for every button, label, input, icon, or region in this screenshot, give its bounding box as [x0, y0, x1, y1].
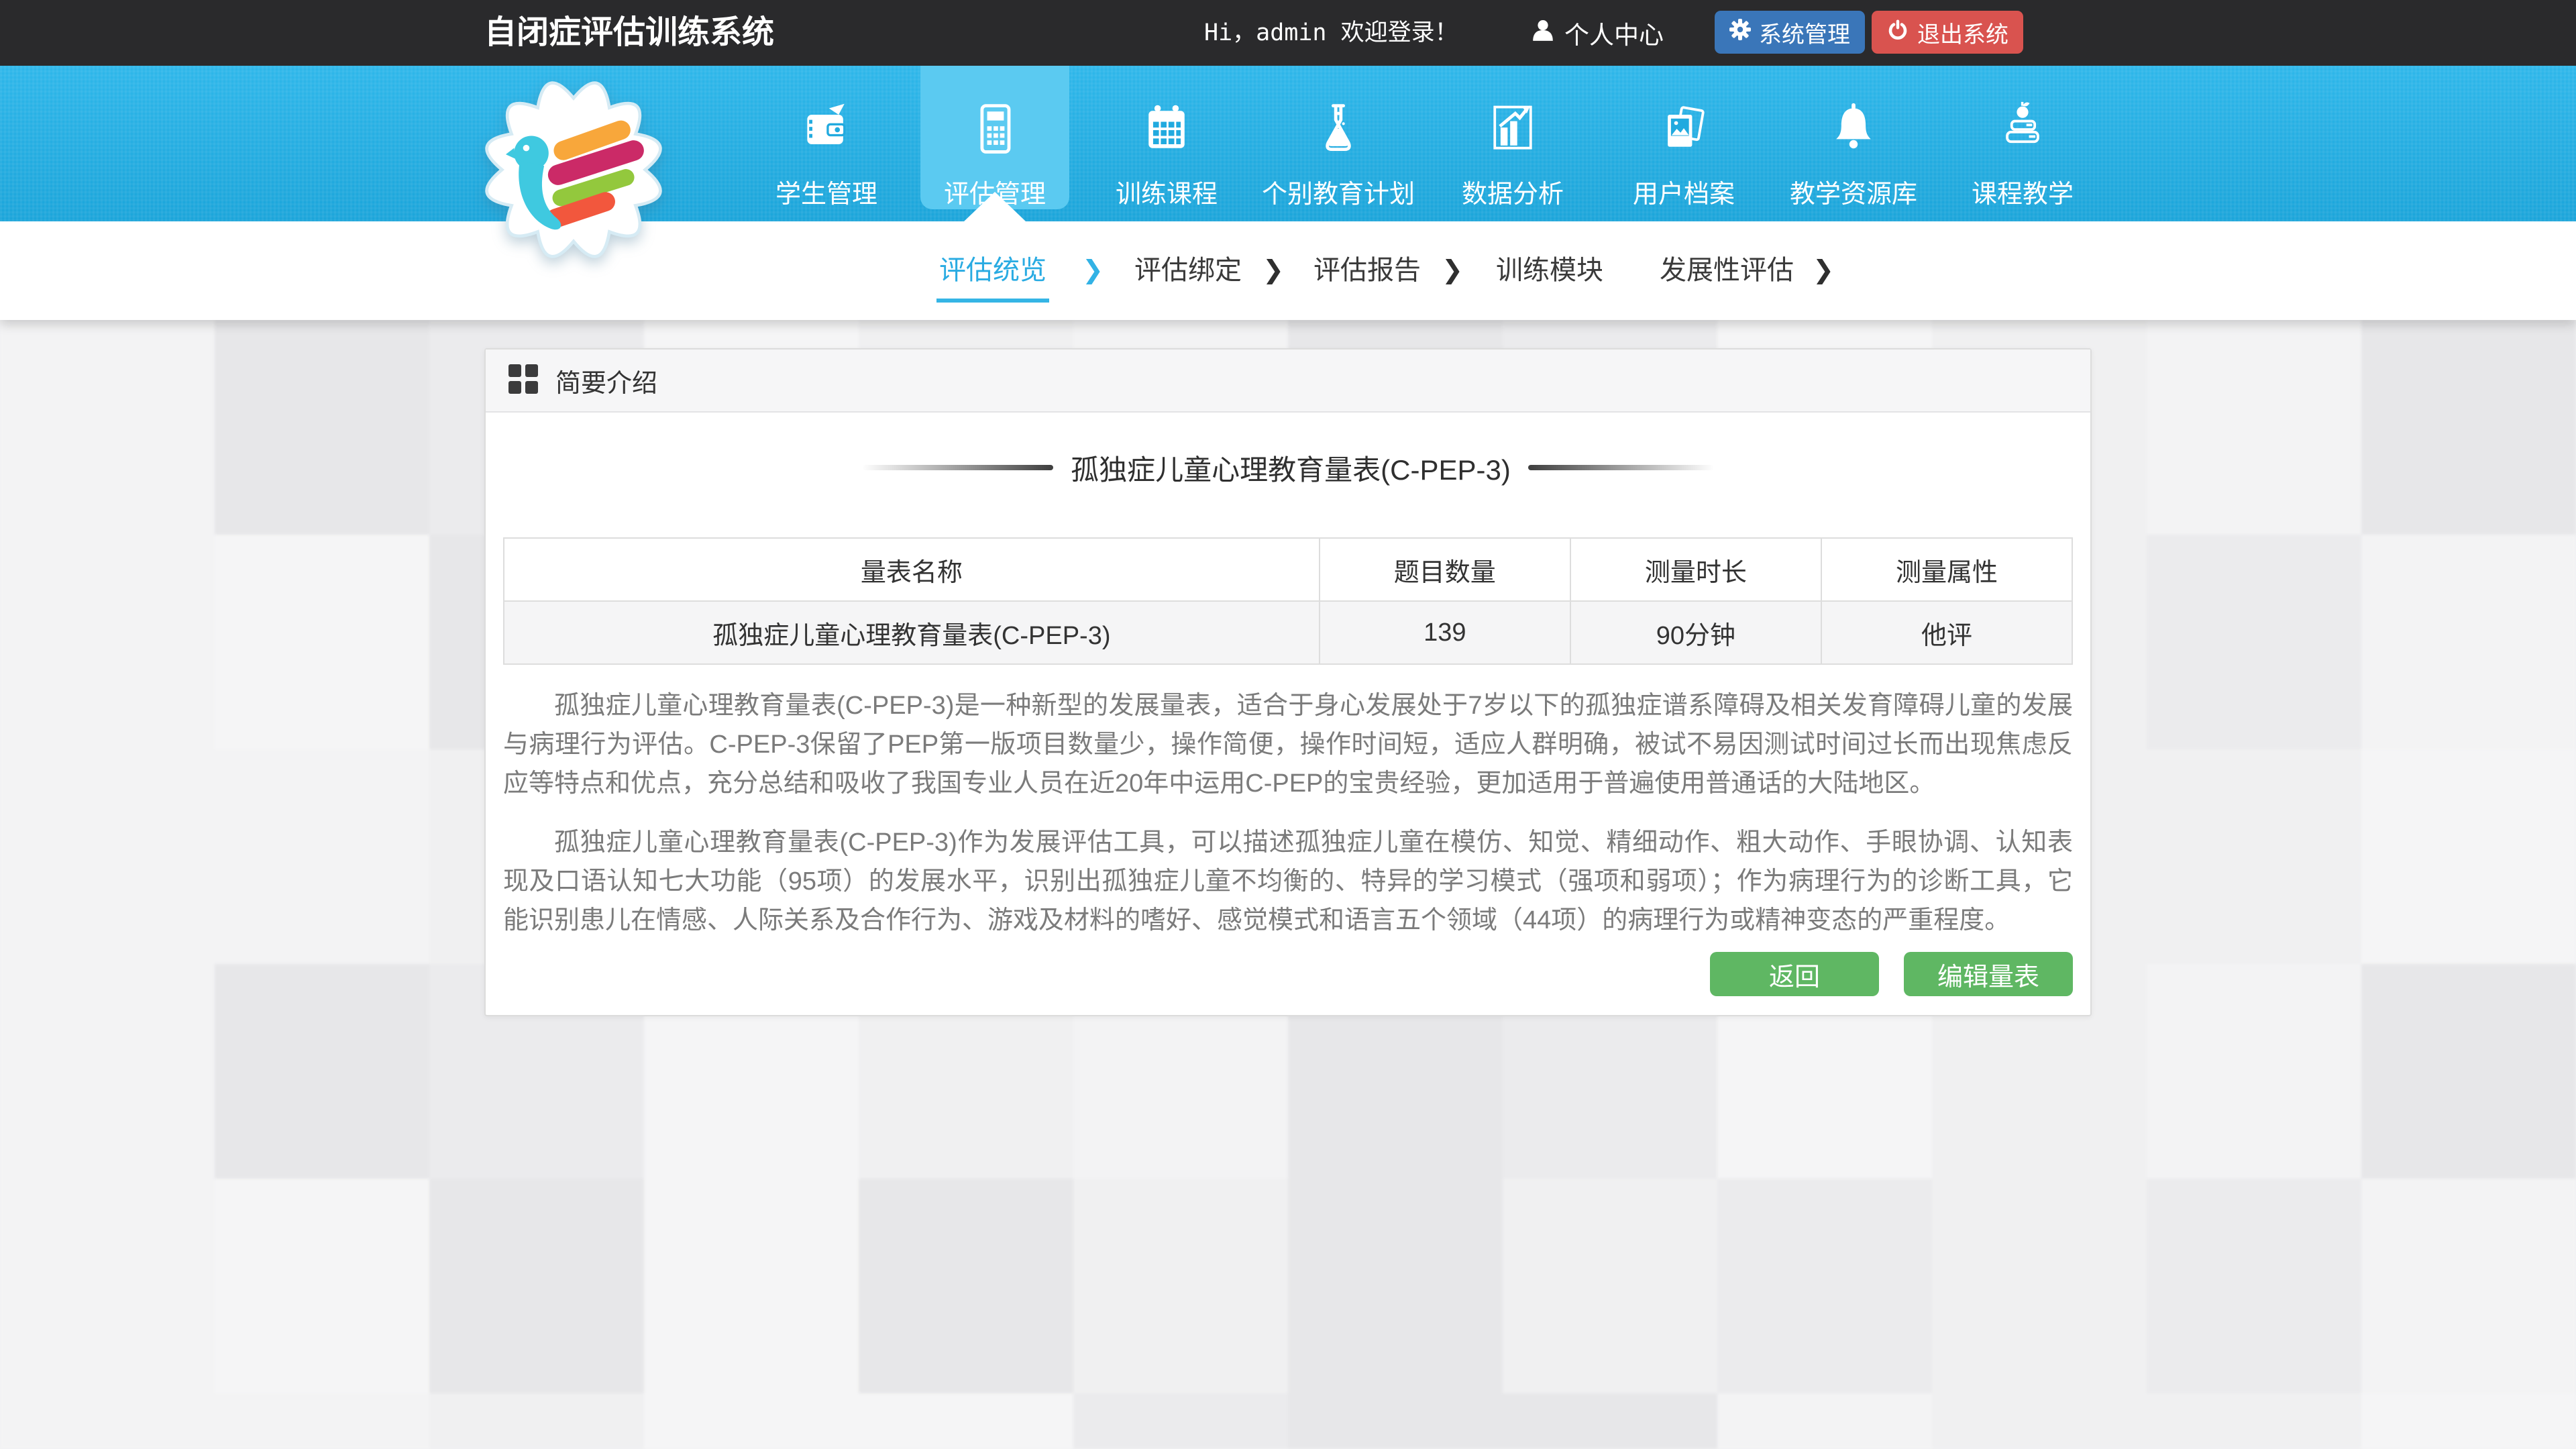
chevron-right-icon: ❯ — [1263, 221, 1284, 320]
gear-icon — [1729, 19, 1751, 46]
main-nav: 学生管理 评估管理 — [0, 66, 2576, 221]
nav-item-user-archives[interactable]: 用户档案 — [1590, 66, 1778, 221]
app-title: 自闭症评估训练系统 — [484, 0, 774, 66]
calendar-icon — [1138, 101, 1195, 158]
photos-icon — [1655, 101, 1713, 158]
personal-center-link[interactable]: 个人中心 — [1531, 0, 1664, 66]
wallet-icon — [798, 101, 855, 158]
chart-icon — [1484, 101, 1542, 158]
intro-card: 简要介绍 孤独症儿童心理教育量表(C-PEP-3) 量表名称 题目数量 测量时长… — [484, 348, 2092, 1016]
subnav-item-assessment-binding[interactable]: 评估绑定 — [1134, 221, 1242, 320]
user-icon — [1531, 18, 1555, 48]
nav-label: 训练课程 — [1116, 173, 1218, 210]
logout-button[interactable]: 退出系统 — [1872, 11, 2023, 54]
nav-item-course-teaching[interactable]: 课程教学 — [1929, 66, 2116, 221]
description-paragraph-1: 孤独症儿童心理教育量表(C-PEP-3)是一种新型的发展量表，适合于身心发展处于… — [503, 686, 2073, 803]
cell-attribute: 他评 — [1821, 601, 2072, 664]
scale-info-table: 量表名称 题目数量 测量时长 测量属性 孤独症儿童心理教育量表(C-PEP-3)… — [503, 537, 2073, 665]
calculator-icon — [966, 101, 1024, 158]
col-duration: 测量时长 — [1570, 538, 1821, 601]
flask-icon — [1309, 101, 1367, 158]
col-scale-name: 量表名称 — [504, 538, 1320, 601]
card-header-title: 简要介绍 — [555, 362, 657, 399]
description-paragraph-2: 孤独症儿童心理教育量表(C-PEP-3)作为发展评估工具，可以描述孤独症儿童在模… — [503, 823, 2073, 940]
nav-item-student-management[interactable]: 学生管理 — [733, 66, 920, 221]
subnav-item-assessment-overview[interactable]: 评估统览 — [939, 221, 1046, 320]
nav-item-training-courses[interactable]: 训练课程 — [1073, 66, 1260, 221]
card-actions: 返回 编辑量表 — [503, 952, 2073, 996]
nav-label: 教学资源库 — [1790, 173, 1917, 210]
cell-question-count: 139 — [1320, 601, 1570, 664]
bell-icon — [1825, 101, 1882, 158]
scale-title-row: 孤独症儿童心理教育量表(C-PEP-3) — [503, 449, 2073, 486]
decor-line-left — [862, 465, 1053, 470]
subnav-item-assessment-report[interactable]: 评估报告 — [1313, 221, 1421, 320]
back-button[interactable]: 返回 — [1710, 952, 1879, 996]
decor-line-right — [1528, 465, 1714, 470]
scale-title: 孤独症儿童心理教育量表(C-PEP-3) — [1071, 447, 1511, 488]
table-header-row: 量表名称 题目数量 测量时长 测量属性 — [504, 538, 2072, 601]
login-greeting: Hi，admin 欢迎登录！ — [1204, 0, 1458, 66]
power-icon — [1886, 18, 1909, 47]
nav-item-teaching-resources[interactable]: 教学资源库 — [1760, 66, 1947, 221]
nav-item-iep[interactable]: 个别教育计划 — [1244, 66, 1432, 221]
active-nav-arrow — [964, 192, 1026, 221]
nav-item-data-analysis[interactable]: 数据分析 — [1419, 66, 1607, 221]
subnav-item-training-module[interactable]: 训练模块 — [1496, 221, 1603, 320]
cell-scale-name: 孤独症儿童心理教育量表(C-PEP-3) — [504, 601, 1320, 664]
chevron-right-icon: ❯ — [1813, 221, 1834, 320]
subnav-item-developmental-assessment[interactable]: 发展性评估 — [1660, 221, 1794, 320]
personal-center-label: 个人中心 — [1564, 15, 1664, 51]
chevron-right-icon: ❯ — [1082, 221, 1104, 320]
nav-label: 数据分析 — [1462, 173, 1564, 210]
app-logo[interactable] — [478, 72, 669, 267]
grid-icon — [508, 364, 538, 397]
chevron-right-icon: ❯ — [1442, 221, 1463, 320]
books-icon — [1994, 101, 2051, 158]
cell-duration: 90分钟 — [1570, 601, 1821, 664]
table-row: 孤独症儿童心理教育量表(C-PEP-3) 139 90分钟 他评 — [504, 601, 2072, 664]
system-admin-button[interactable]: 系统管理 — [1715, 11, 1865, 54]
nav-label: 课程教学 — [1972, 173, 2074, 210]
col-attribute: 测量属性 — [1821, 538, 2072, 601]
card-header: 简要介绍 — [486, 350, 2090, 413]
card-body: 孤独症儿童心理教育量表(C-PEP-3) 量表名称 题目数量 测量时长 测量属性… — [486, 449, 2090, 1015]
top-bar: 自闭症评估训练系统 Hi，admin 欢迎登录！ 个人中心 系统管理 — [0, 0, 2576, 66]
sub-nav: 评估统览 ❯ 评估绑定 ❯ 评估报告 ❯ 训练模块 发展性评估 ❯ — [0, 221, 2576, 320]
nav-label: 用户档案 — [1633, 173, 1735, 210]
logout-label: 退出系统 — [1917, 16, 2008, 49]
system-admin-label: 系统管理 — [1759, 16, 1850, 49]
col-question-count: 题目数量 — [1320, 538, 1570, 601]
edit-scale-button[interactable]: 编辑量表 — [1904, 952, 2073, 996]
nav-label: 学生管理 — [775, 173, 877, 210]
nav-label: 个别教育计划 — [1262, 173, 1415, 210]
